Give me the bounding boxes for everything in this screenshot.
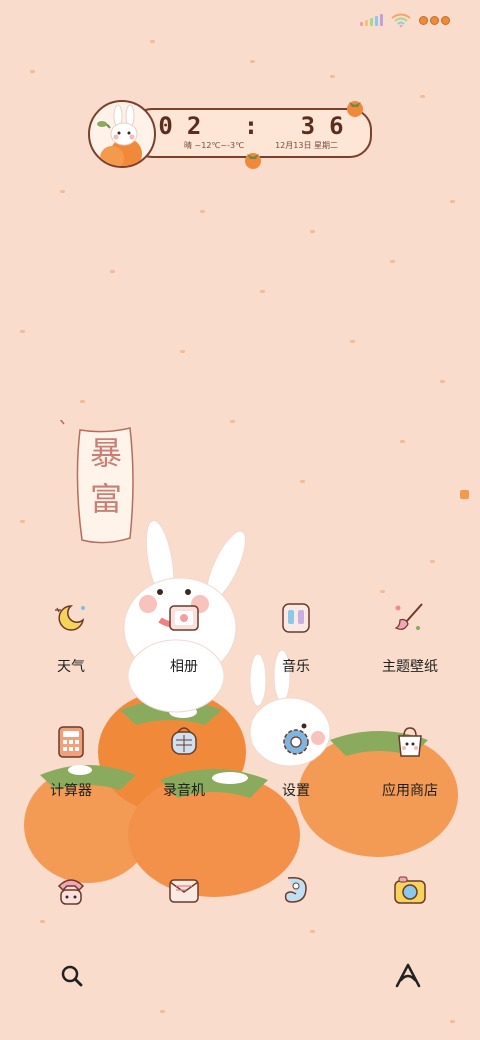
theme-wallpaper-icon [394,603,423,630]
clock-time: 02 : 36 [158,112,358,140]
app-theme-wallpaper[interactable]: 主题壁纸 [360,600,460,676]
status-bar [360,12,450,28]
app-settings[interactable]: 设置 [246,724,346,800]
persimmon-icon [245,153,261,169]
app-music[interactable]: 音乐 [246,600,346,676]
clock-date: 12月13日 星期二 [275,141,338,150]
battery-icon [419,15,450,25]
app-label: 录音机 [163,782,205,798]
app-label: 主题壁纸 [382,658,438,674]
recorder-icon [171,727,197,755]
app-label: 相册 [170,658,198,674]
persimmon-icon [347,101,363,117]
app-calculator[interactable]: 计算器 [21,724,121,800]
app-store-icon [398,727,422,757]
app-label: 设置 [282,782,310,798]
gallery-icon [169,605,199,631]
music-icon [282,603,310,633]
camera-icon[interactable] [392,872,428,908]
bunny-avatar-icon [88,100,156,168]
signal-icon [360,14,383,26]
wifi-icon [391,13,411,27]
app-label: 计算器 [50,782,92,798]
bunny-persimmon-illustration [24,520,458,897]
app-label: 天气 [57,658,85,674]
search-icon[interactable] [58,962,86,990]
browser-icon[interactable] [278,872,314,908]
clock-weather: 晴 ~12℃~-3℃ [184,141,245,150]
calculator-icon [58,726,84,758]
app-label: 音乐 [282,658,310,674]
app-store[interactable]: 应用商店 [360,724,460,800]
phone-icon[interactable] [53,872,89,908]
weather-icon [55,605,85,631]
messages-icon[interactable] [166,872,202,908]
app-gallery[interactable]: 相册 [134,600,234,676]
app-recorder[interactable]: 录音机 [134,724,234,800]
assistant-icon[interactable] [394,962,422,990]
settings-icon [283,729,309,755]
app-label: 应用商店 [382,782,438,798]
app-weather[interactable]: 天气 [21,600,121,676]
clock-widget[interactable]: 02 : 36 晴 ~12℃~-3℃ 12月13日 星期二 [80,100,372,169]
